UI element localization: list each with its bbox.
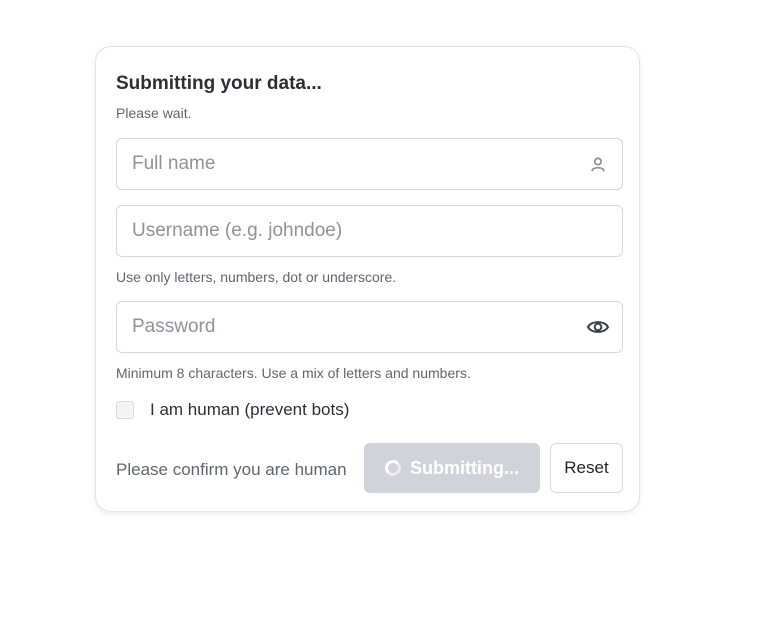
spinner-icon [385, 460, 401, 476]
password-hint: Minimum 8 characters. Use a mix of lette… [116, 365, 471, 381]
eye-icon[interactable] [586, 315, 610, 339]
confirm-human-text: Please confirm you are human [116, 460, 347, 479]
reset-button[interactable]: Reset [550, 443, 623, 493]
form-subtitle: Please wait. [116, 105, 192, 121]
password-input[interactable] [132, 302, 562, 352]
human-check-row: I am human (prevent bots) [116, 400, 349, 420]
human-checkbox[interactable] [116, 401, 134, 419]
submit-button-label: Submitting... [410, 457, 519, 478]
submit-button[interactable]: Submitting... [364, 443, 540, 493]
signup-card: Submitting your data... Please wait. Use… [95, 46, 640, 512]
full-name-input[interactable] [132, 139, 562, 189]
username-input[interactable] [132, 206, 562, 256]
username-hint: Use only letters, numbers, dot or unders… [116, 269, 397, 285]
password-field [116, 301, 623, 353]
form-title: Submitting your data... [116, 73, 322, 94]
human-checkbox-label[interactable]: I am human (prevent bots) [150, 400, 349, 420]
full-name-field [116, 138, 623, 190]
user-icon [586, 152, 610, 176]
username-field [116, 205, 623, 257]
